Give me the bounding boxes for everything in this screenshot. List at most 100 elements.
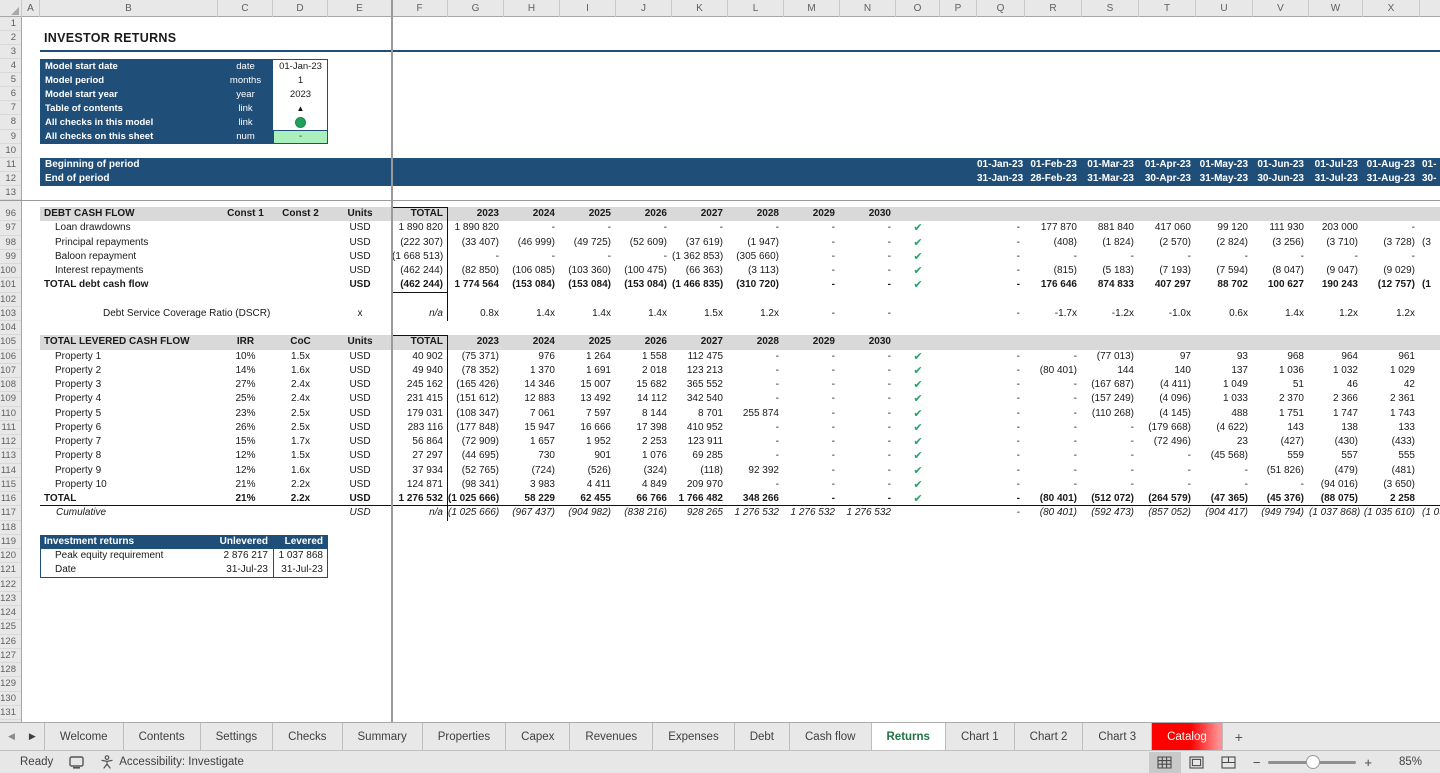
column-header-O[interactable]: O: [896, 0, 940, 17]
cell-M101[interactable]: -: [784, 278, 840, 292]
cell-L109[interactable]: -: [728, 392, 784, 406]
cell-R11[interactable]: 01-Feb-23: [1025, 158, 1082, 172]
cell-T107[interactable]: 140: [1139, 364, 1196, 378]
tab-summary[interactable]: Summary: [343, 723, 423, 750]
cell-J106[interactable]: 1 558: [616, 350, 672, 364]
row-header-123[interactable]: 123: [0, 592, 21, 606]
accessibility-status-button[interactable]: Accessibility: Investigate: [100, 755, 244, 769]
cell-R99[interactable]: -: [1025, 250, 1082, 264]
cell-X103[interactable]: 1.2x: [1363, 307, 1420, 321]
cell-V108[interactable]: 51: [1253, 378, 1309, 392]
cell-V114[interactable]: (51 826): [1253, 464, 1309, 478]
cell-U107[interactable]: 137: [1196, 364, 1253, 378]
cell-H107[interactable]: 1 370: [504, 364, 560, 378]
cell-L103[interactable]: 1.2x: [728, 307, 784, 321]
row-header-111[interactable]: 111: [0, 421, 21, 435]
cell-K103[interactable]: 1.5x: [672, 307, 728, 321]
cell-H97[interactable]: -: [504, 221, 560, 235]
cell-Q112[interactable]: -: [977, 435, 1025, 449]
cell-G96[interactable]: 2023: [448, 207, 504, 221]
page-break-view-button[interactable]: [1213, 752, 1245, 773]
info-type-4[interactable]: link: [218, 116, 273, 130]
cell-D115[interactable]: 2.2x: [273, 478, 328, 492]
row-label-98[interactable]: Principal repayments: [55, 236, 148, 250]
cell-J100[interactable]: (100 475): [616, 264, 672, 278]
column-header-F[interactable]: F: [392, 0, 448, 17]
cell-U116[interactable]: (47 365): [1196, 492, 1253, 506]
row-header-104[interactable]: 104: [0, 321, 21, 336]
cell-U110[interactable]: 488: [1196, 407, 1253, 421]
cell-J116[interactable]: 66 766: [616, 492, 672, 506]
row-header-117[interactable]: 117: [0, 506, 21, 521]
cell-R100[interactable]: (815): [1025, 264, 1082, 278]
cell-J117[interactable]: (838 216): [616, 506, 672, 520]
cell-Q115[interactable]: -: [977, 478, 1025, 492]
levered-section-units-header[interactable]: Units: [328, 335, 392, 349]
cell-C108[interactable]: 27%: [218, 378, 273, 392]
cell-E115[interactable]: USD: [328, 478, 392, 492]
cell-N109[interactable]: -: [840, 392, 896, 406]
info-type-3[interactable]: link: [218, 102, 273, 116]
cell-I101[interactable]: (153 084): [560, 278, 616, 292]
cell-U108[interactable]: 1 049: [1196, 378, 1253, 392]
row-label-111[interactable]: Property 6: [55, 421, 101, 435]
cell-G115[interactable]: (98 341): [448, 478, 504, 492]
cell-S100[interactable]: (5 183): [1082, 264, 1139, 278]
cell-X117[interactable]: (1 035 610): [1363, 506, 1420, 520]
debt-section-const2-header[interactable]: Const 2: [273, 207, 328, 221]
row-label-107[interactable]: Property 2: [55, 364, 101, 378]
row-header-110[interactable]: 110: [0, 407, 21, 421]
column-header-L[interactable]: L: [728, 0, 784, 17]
column-header-T[interactable]: T: [1139, 0, 1196, 17]
cell-V111[interactable]: 143: [1253, 421, 1309, 435]
cell-K111[interactable]: 410 952: [672, 421, 728, 435]
cell-D112[interactable]: 1.7x: [273, 435, 328, 449]
cell-R101[interactable]: 176 646: [1025, 278, 1082, 292]
cell-R12[interactable]: 28-Feb-23: [1025, 172, 1082, 186]
cell-W109[interactable]: 2 366: [1309, 392, 1363, 406]
cell-C109[interactable]: 25%: [218, 392, 273, 406]
cell-E106[interactable]: USD: [328, 350, 392, 364]
zoom-out-button[interactable]: −: [1245, 755, 1269, 770]
cell-J97[interactable]: -: [616, 221, 672, 235]
row-header-116[interactable]: 116: [0, 492, 21, 507]
row-label-100[interactable]: Interest repayments: [55, 264, 143, 278]
triangle-up-icon[interactable]: ▲: [297, 104, 305, 113]
cell-S113[interactable]: -: [1082, 449, 1139, 463]
begin-of-period-label[interactable]: Beginning of period: [45, 158, 139, 172]
row-header-1[interactable]: 1: [0, 17, 21, 32]
next-sheets-icon[interactable]: ▶: [29, 731, 36, 742]
cell-U12[interactable]: 31-May-23: [1196, 172, 1253, 186]
tab-settings[interactable]: Settings: [201, 723, 274, 750]
cell-L110[interactable]: 255 874: [728, 407, 784, 421]
cell-H112[interactable]: 1 657: [504, 435, 560, 449]
cell-X106[interactable]: 961: [1363, 350, 1420, 364]
cell-G109[interactable]: (151 612): [448, 392, 504, 406]
cell-G112[interactable]: (72 909): [448, 435, 504, 449]
tab-debt[interactable]: Debt: [735, 723, 790, 750]
cell-H109[interactable]: 12 883: [504, 392, 560, 406]
cell-E101[interactable]: USD: [328, 278, 392, 292]
cell-D107[interactable]: 1.6x: [273, 364, 328, 378]
cell-G116[interactable]: (1 025 666): [448, 492, 504, 506]
row-header-6[interactable]: 6: [0, 87, 21, 102]
row-header-8[interactable]: 8: [0, 115, 21, 130]
cell-K99[interactable]: (1 362 853): [672, 250, 728, 264]
row-header-122[interactable]: 122: [0, 578, 21, 592]
cell-M113[interactable]: -: [784, 449, 840, 463]
cell-H96[interactable]: 2024: [504, 207, 560, 221]
row-header-99[interactable]: 99: [0, 250, 21, 264]
cell-I96[interactable]: 2025: [560, 207, 616, 221]
cell-K96[interactable]: 2027: [672, 207, 728, 221]
cell-O114[interactable]: ✔: [896, 464, 940, 478]
cell-R115[interactable]: -: [1025, 478, 1082, 492]
cell-G100[interactable]: (82 850): [448, 264, 504, 278]
cell-U11[interactable]: 01-May-23: [1196, 158, 1253, 172]
row-header-128[interactable]: 128: [0, 663, 21, 678]
levered-section-const1-header[interactable]: IRR: [218, 335, 273, 349]
cell-T97[interactable]: 417 060: [1139, 221, 1196, 235]
cell-L99[interactable]: (305 660): [728, 250, 784, 264]
cell-L114[interactable]: 92 392: [728, 464, 784, 478]
row-header-108[interactable]: 108: [0, 378, 21, 393]
column-header-Q[interactable]: Q: [977, 0, 1025, 17]
